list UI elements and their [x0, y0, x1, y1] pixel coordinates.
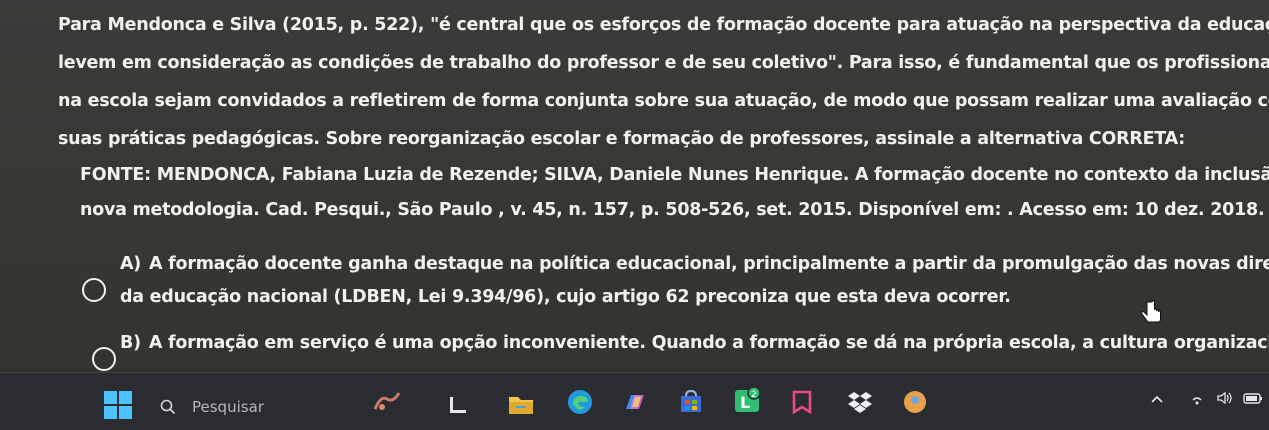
taskbar-search[interactable]: Pesquisar	[160, 395, 264, 419]
edge-icon[interactable]	[565, 387, 595, 417]
wifi-icon[interactable]	[1189, 391, 1205, 407]
option-a-line: A formação docente ganha destaque na pol…	[149, 254, 1269, 274]
chevron-up-icon[interactable]	[1150, 393, 1164, 407]
folder-icon[interactable]	[506, 389, 536, 419]
battery-icon[interactable]	[1242, 390, 1264, 406]
generic-app-icon[interactable]	[900, 387, 930, 417]
option-a[interactable]: A) A formação docente ganha destaque na p…	[80, 248, 1269, 318]
question-line: suas práticas pedagógicas. Sobre reorgan…	[58, 129, 1185, 149]
option-b[interactable]: B) A formação em serviço é uma opção inco…	[80, 327, 1269, 372]
widgets-icon[interactable]	[372, 389, 402, 419]
screen-content: Para Mendonca e Silva (2015, p. 522), "é…	[0, 0, 1269, 372]
option-b-radio[interactable]	[92, 347, 116, 371]
question-line: levem em consideração as condições de tr…	[58, 53, 1269, 73]
start-button[interactable]	[104, 391, 134, 421]
dropbox-icon[interactable]	[845, 387, 875, 417]
store-icon[interactable]	[676, 387, 706, 417]
question-text: Para Mendonca e Silva (2015, p. 522), "é…	[58, 6, 1269, 158]
source-citation: FONTE: MENDONCA, Fabiana Luzia de Rezend…	[80, 158, 1269, 228]
search-icon	[160, 399, 176, 415]
question-line: na escola sejam convidados a refletirem …	[58, 91, 1269, 111]
option-b-line: A formação em serviço é uma opção inconv…	[148, 333, 1269, 353]
taskbar: Pesquisar L 2	[0, 372, 1269, 430]
source-line: nova metodologia. Cad. Pesqui., São Paul…	[80, 200, 1265, 220]
option-b-letter: B)	[120, 333, 141, 353]
option-a-line: da educação nacional (LDBEN, Lei 9.394/9…	[120, 287, 1011, 307]
option-a-radio[interactable]	[82, 278, 106, 302]
question-line: Para Mendonca e Silva (2015, p. 522), "é…	[58, 15, 1269, 35]
bookmark-app-icon[interactable]	[787, 387, 817, 417]
file-explorer-icon[interactable]	[442, 391, 472, 421]
source-line: FONTE: MENDONCA, Fabiana Luzia de Rezend…	[80, 165, 1269, 185]
volume-icon[interactable]	[1215, 389, 1233, 407]
option-a-text[interactable]: A) A formação docente ganha destaque na p…	[120, 248, 1269, 314]
option-a-letter: A)	[120, 254, 142, 274]
hand-cursor-icon	[1141, 300, 1161, 323]
lingo-app-icon[interactable]: L 2	[732, 385, 762, 415]
copilot-icon[interactable]	[620, 387, 650, 417]
option-b-text[interactable]: B) A formação em serviço é uma opção inco…	[120, 327, 1269, 360]
app-badge: 2	[751, 390, 757, 400]
search-placeholder: Pesquisar	[192, 398, 264, 416]
